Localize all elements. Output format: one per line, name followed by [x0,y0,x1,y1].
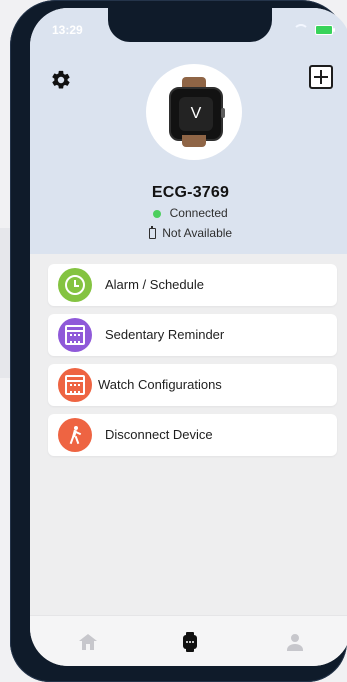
watch-tab[interactable] [176,628,204,656]
phone-notch [108,8,272,42]
wifi-icon [293,24,309,35]
home-icon [79,634,97,650]
walker-leg-left [69,435,75,445]
menu-item-alarm-schedule[interactable]: Alarm / Schedule [48,264,337,306]
watch-body: V [169,87,225,141]
walker-arm [74,430,82,436]
menu-item-sedentary-reminder[interactable]: Sedentary Reminder [48,314,337,356]
connection-status-text: Connected [169,206,228,220]
calendar-icon [58,368,92,402]
battery-level-icon [148,226,156,240]
menu-item-disconnect-device[interactable]: Disconnect Device [48,414,337,456]
device-name: ECG-3769 [151,184,230,201]
calendar-icon [58,318,92,352]
menu-label-sedentary-reminder: Sedentary Reminder [105,327,225,342]
battery-status-text: Not Available [162,226,233,240]
calendar-shape [65,375,85,395]
walking-figure [66,426,84,445]
device-header: V ECG-3769 Connected Not Available [30,8,347,254]
status-time: 13:29 [52,23,83,37]
watch-icon [183,632,197,652]
profile-icon [287,634,303,651]
watch-icon: V [165,77,225,147]
walking-icon [58,418,92,452]
phone-frame: 13:29 V ECG-3769 Connected Not Available… [10,0,347,682]
device-avatar: V [146,64,242,160]
menu-label-disconnect-device: Disconnect Device [105,427,213,442]
connected-status-icon [153,209,162,218]
device-menu: Alarm / Schedule Sedentary Reminder Watc… [48,264,337,464]
walker-leg-right [74,435,80,445]
connection-status: Connected [30,206,347,220]
watch-strap-bottom [182,135,206,147]
status-icons [293,24,335,35]
menu-label-alarm-schedule: Alarm / Schedule [105,277,204,292]
alarm-clock-icon [58,268,92,302]
menu-item-watch-configurations[interactable]: Watch Configurations [48,364,337,406]
bottom-navigation [30,615,347,666]
calendar-shape [65,325,85,345]
watch-face: V [179,97,213,131]
home-tab[interactable] [74,628,102,656]
watch-crown [221,108,225,118]
menu-label-watch-configurations: Watch Configurations [98,377,222,392]
add-device-icon[interactable] [309,65,333,89]
battery-icon [315,24,335,35]
battery-status: Not Available [30,226,347,240]
settings-gear-icon[interactable] [50,69,72,91]
profile-tab[interactable] [281,628,309,656]
app-screen: 13:29 V ECG-3769 Connected Not Available… [30,8,347,666]
clock-shape [65,275,85,295]
